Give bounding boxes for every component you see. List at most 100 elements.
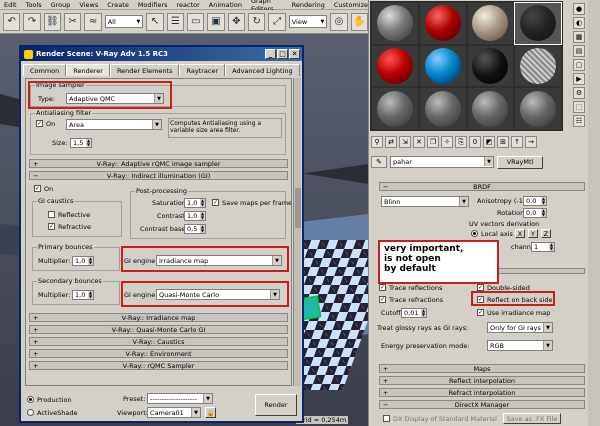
select-link-icon[interactable]: ⛓ xyxy=(43,12,62,31)
brdf-type-dropdown[interactable]: Blinn ▼ xyxy=(381,196,469,207)
spinner-arrows-icon[interactable]: ▲ ▼ xyxy=(200,199,205,207)
render-button[interactable]: Render xyxy=(255,394,297,416)
rotate-icon[interactable]: ↻ xyxy=(248,12,266,31)
spinner-arrows-icon[interactable]: ▲ ▼ xyxy=(541,197,546,205)
scrollbar-thumb[interactable] xyxy=(295,188,301,228)
rollout-brdf[interactable]: − BRDF xyxy=(379,182,585,191)
viewport-dropdown[interactable]: Camera01 ▼ xyxy=(147,407,201,418)
menu-create[interactable]: Create xyxy=(107,1,129,9)
video-check-icon[interactable]: ▢ xyxy=(573,59,585,71)
sample-slot[interactable] xyxy=(419,3,466,44)
glossy-gi-dropdown[interactable]: Only for GI rays ▼ xyxy=(487,322,553,333)
get-material-icon[interactable]: ⚲ xyxy=(371,136,383,148)
rollout-irradiance-map[interactable]: + V-Ray:: Irradiance map xyxy=(29,313,288,322)
rollout-refract-interpolation[interactable]: + Refract interpolation xyxy=(379,388,585,397)
rollout-qmc-gi[interactable]: + V-Ray:: Quasi-Monte Carlo GI xyxy=(29,325,288,334)
sample-slot[interactable] xyxy=(372,88,418,129)
sample-slot[interactable] xyxy=(467,45,514,87)
menu-animation[interactable]: Animation xyxy=(209,1,242,9)
background-icon[interactable]: ▦ xyxy=(573,31,585,43)
material-name-field[interactable]: pahar ▼ xyxy=(390,156,494,168)
select-by-name-icon[interactable]: ☰ xyxy=(166,12,185,31)
sample-slot[interactable] xyxy=(467,88,514,129)
activeshade-radio[interactable] xyxy=(27,409,34,416)
tab-advanced-lighting[interactable]: Advanced Lighting xyxy=(225,64,300,76)
make-unique-icon[interactable]: ✧ xyxy=(441,136,453,148)
sample-slot-selected[interactable] xyxy=(514,2,562,45)
primary-multiplier-spinner[interactable]: 1,0 ▲ ▼ xyxy=(72,256,94,266)
uv-tiling-icon[interactable]: ▤ xyxy=(573,45,585,57)
spinner-arrows-icon[interactable]: ▲ ▼ xyxy=(541,209,546,217)
double-sided-checkbox[interactable]: ✓ xyxy=(477,284,484,291)
options-icon[interactable]: ⚙ xyxy=(573,87,585,99)
preset-dropdown[interactable]: -------------------- ▼ xyxy=(147,393,213,404)
panel-scrollbar[interactable] xyxy=(293,78,301,386)
spinner-arrows-icon[interactable]: ▲ ▼ xyxy=(88,257,93,265)
spinner-arrows-icon[interactable]: ▲ ▼ xyxy=(86,139,91,147)
menu-group[interactable]: Group xyxy=(51,1,71,9)
rollout-directx-manager[interactable]: − DirectX Manager xyxy=(379,400,585,409)
dialog-titlebar[interactable]: Render Scene: V-Ray Adv 1.5 RC3 _ □ ✕ xyxy=(21,47,302,61)
spinner-arrows-icon[interactable]: ▲ ▼ xyxy=(200,225,205,233)
contrast-base-spinner[interactable]: 0,5 ▲ ▼ xyxy=(184,224,206,234)
save-maps-checkbox[interactable]: ✓ xyxy=(212,199,219,206)
sample-slot[interactable] xyxy=(419,45,466,87)
backlight-icon[interactable]: ◐ xyxy=(573,17,585,29)
save-fx-button[interactable]: Save as .FX File xyxy=(503,413,561,424)
local-axis-radio[interactable] xyxy=(471,230,478,237)
rollout-adaptive-sampler[interactable]: + V-Ray:: Adaptive rQMC image sampler xyxy=(29,159,288,168)
gi-on-checkbox[interactable]: ✓ xyxy=(34,185,41,192)
window-crossing-icon[interactable]: ▣ xyxy=(207,12,225,31)
pick-material-icon[interactable]: ✎ xyxy=(371,156,387,168)
anisotropy-spinner[interactable]: 0,0 ▲ ▼ xyxy=(523,196,547,206)
rollout-reflect-interpolation[interactable]: + Reflect interpolation xyxy=(379,376,585,385)
aa-filter-dropdown[interactable]: Area ▼ xyxy=(66,119,162,130)
put-to-library-icon[interactable]: ⎘ xyxy=(455,136,467,148)
redo-icon[interactable]: ↷ xyxy=(23,12,41,31)
refractive-checkbox[interactable]: ✓ xyxy=(48,223,55,230)
show-end-result-icon[interactable]: ⊞ xyxy=(497,136,509,148)
tab-render-elements[interactable]: Render Elements xyxy=(109,64,180,76)
reference-coordinate-dropdown[interactable]: View ▼ xyxy=(288,15,328,28)
close-icon[interactable]: ✕ xyxy=(289,49,300,59)
reflective-checkbox[interactable] xyxy=(48,211,55,218)
menu-rendering[interactable]: Rendering xyxy=(292,1,325,9)
axis-z-button[interactable]: Z xyxy=(541,229,551,238)
rollout-environment[interactable]: + V-Ray:: Environment xyxy=(29,349,288,358)
rectangle-select-icon[interactable]: ▭ xyxy=(187,12,205,31)
go-sibling-icon[interactable]: → xyxy=(525,136,537,148)
sample-slot[interactable] xyxy=(419,88,466,129)
menu-reactor[interactable]: reactor xyxy=(177,1,200,9)
trace-refractions-checkbox[interactable]: ✓ xyxy=(379,296,386,303)
sample-type-icon[interactable]: ● xyxy=(573,3,585,15)
aa-size-spinner[interactable]: 1,5 ▲ ▼ xyxy=(70,138,92,148)
material-navigator-icon[interactable]: ☷ xyxy=(573,115,585,127)
sample-slot[interactable] xyxy=(372,45,418,87)
use-irradiance-checkbox[interactable]: ✓ xyxy=(477,309,484,316)
rollout-indirect-illumination[interactable]: − V-Ray:: Indirect illumination (GI) xyxy=(29,171,288,180)
aa-filter-on-checkbox[interactable]: ✓ xyxy=(36,120,43,127)
sample-slot[interactable] xyxy=(515,88,561,129)
go-parent-icon[interactable]: ↑ xyxy=(511,136,523,148)
put-to-scene-icon[interactable]: ⇄ xyxy=(385,136,397,148)
map-channel-spinner[interactable]: 1 ▲ ▼ xyxy=(531,242,555,252)
spinner-arrows-icon[interactable]: ▲ ▼ xyxy=(549,243,554,251)
make-preview-icon[interactable]: ▶ xyxy=(573,73,585,85)
reset-map-icon[interactable]: ✕ xyxy=(413,136,425,148)
menu-modifiers[interactable]: Modifiers xyxy=(138,1,168,9)
secondary-multiplier-spinner[interactable]: 1,0 ▲ ▼ xyxy=(72,290,94,300)
copy-material-icon[interactable]: ❐ xyxy=(427,136,439,148)
saturation-spinner[interactable]: 1,0 ▲ ▼ xyxy=(184,198,206,208)
bind-warp-icon[interactable]: ≈ xyxy=(84,12,102,31)
menu-edit[interactable]: Edit xyxy=(4,1,17,9)
menu-tools[interactable]: Tools xyxy=(26,1,42,9)
minimize-icon[interactable]: _ xyxy=(265,49,276,59)
unlink-icon[interactable]: ✂ xyxy=(64,12,82,31)
pivot-center-icon[interactable]: ◎ xyxy=(330,12,348,31)
rollout-rqmc-sampler[interactable]: + V-Ray:: rQMC Sampler xyxy=(29,361,288,370)
spinner-arrows-icon[interactable]: ▲ ▼ xyxy=(88,291,93,299)
material-type-button[interactable]: VRayMtl xyxy=(497,155,543,169)
cutoff-spinner[interactable]: 0,01 ▲ ▼ xyxy=(401,308,427,318)
rollout-caustics[interactable]: + V-Ray:: Caustics xyxy=(29,337,288,346)
select-object-icon[interactable]: ↖ xyxy=(146,12,164,31)
